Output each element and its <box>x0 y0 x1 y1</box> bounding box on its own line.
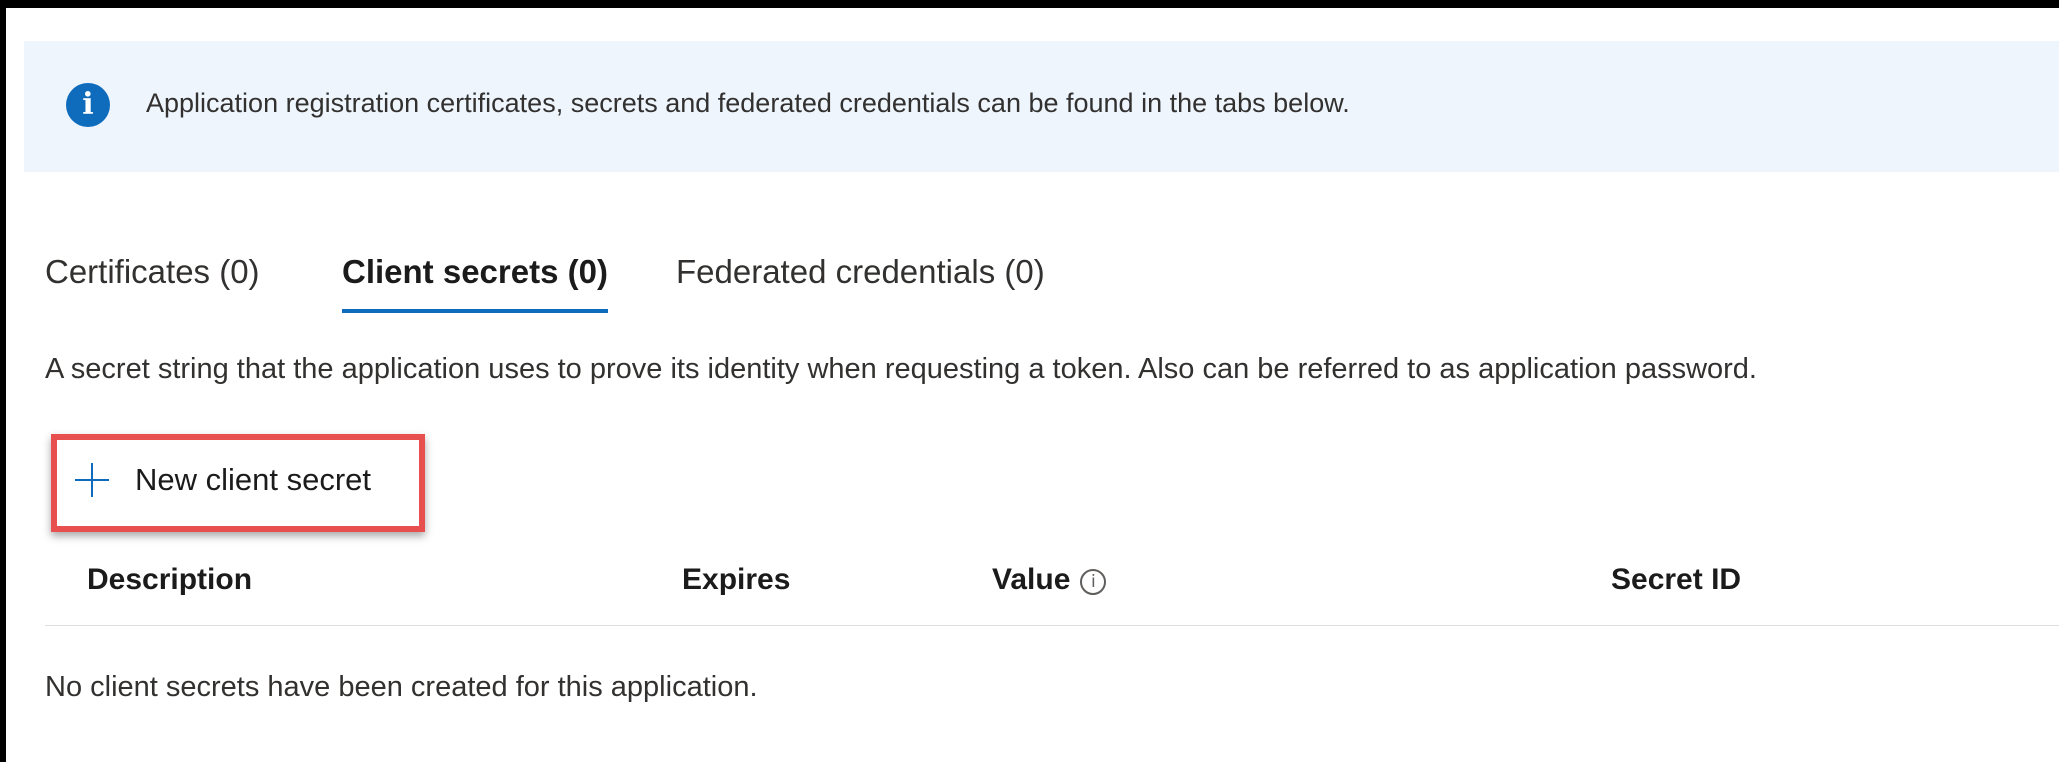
new-client-secret-label: New client secret <box>135 462 372 497</box>
info-banner: i Application registration certificates,… <box>24 41 2059 172</box>
column-header-description[interactable]: Description <box>87 563 252 597</box>
column-header-expires[interactable]: Expires <box>682 563 790 597</box>
client-secrets-description: A secret string that the application use… <box>45 353 1757 385</box>
new-client-secret-button[interactable]: New client secret <box>75 462 371 498</box>
new-client-secret-highlight: New client secret <box>51 434 425 532</box>
tab-client-secrets[interactable]: Client secrets (0) <box>342 253 608 313</box>
tab-certificates[interactable]: Certificates (0) <box>45 253 260 309</box>
empty-table-message: No client secrets have been created for … <box>45 671 758 703</box>
plus-icon <box>75 463 109 497</box>
info-banner-text: Application registration certificates, s… <box>146 88 1350 118</box>
info-icon[interactable]: i <box>1080 569 1107 595</box>
app-credentials-page: i Application registration certificates,… <box>6 8 2059 762</box>
tab-federated-credentials[interactable]: Federated credentials (0) <box>676 253 1045 309</box>
client-secrets-table-header: Description Expires Value i Secret ID <box>45 563 2059 626</box>
column-header-value-label: Value <box>992 563 1071 596</box>
column-header-value[interactable]: Value i <box>992 563 1107 597</box>
column-header-secret-id[interactable]: Secret ID <box>1611 563 1741 597</box>
info-icon: i <box>66 83 110 127</box>
